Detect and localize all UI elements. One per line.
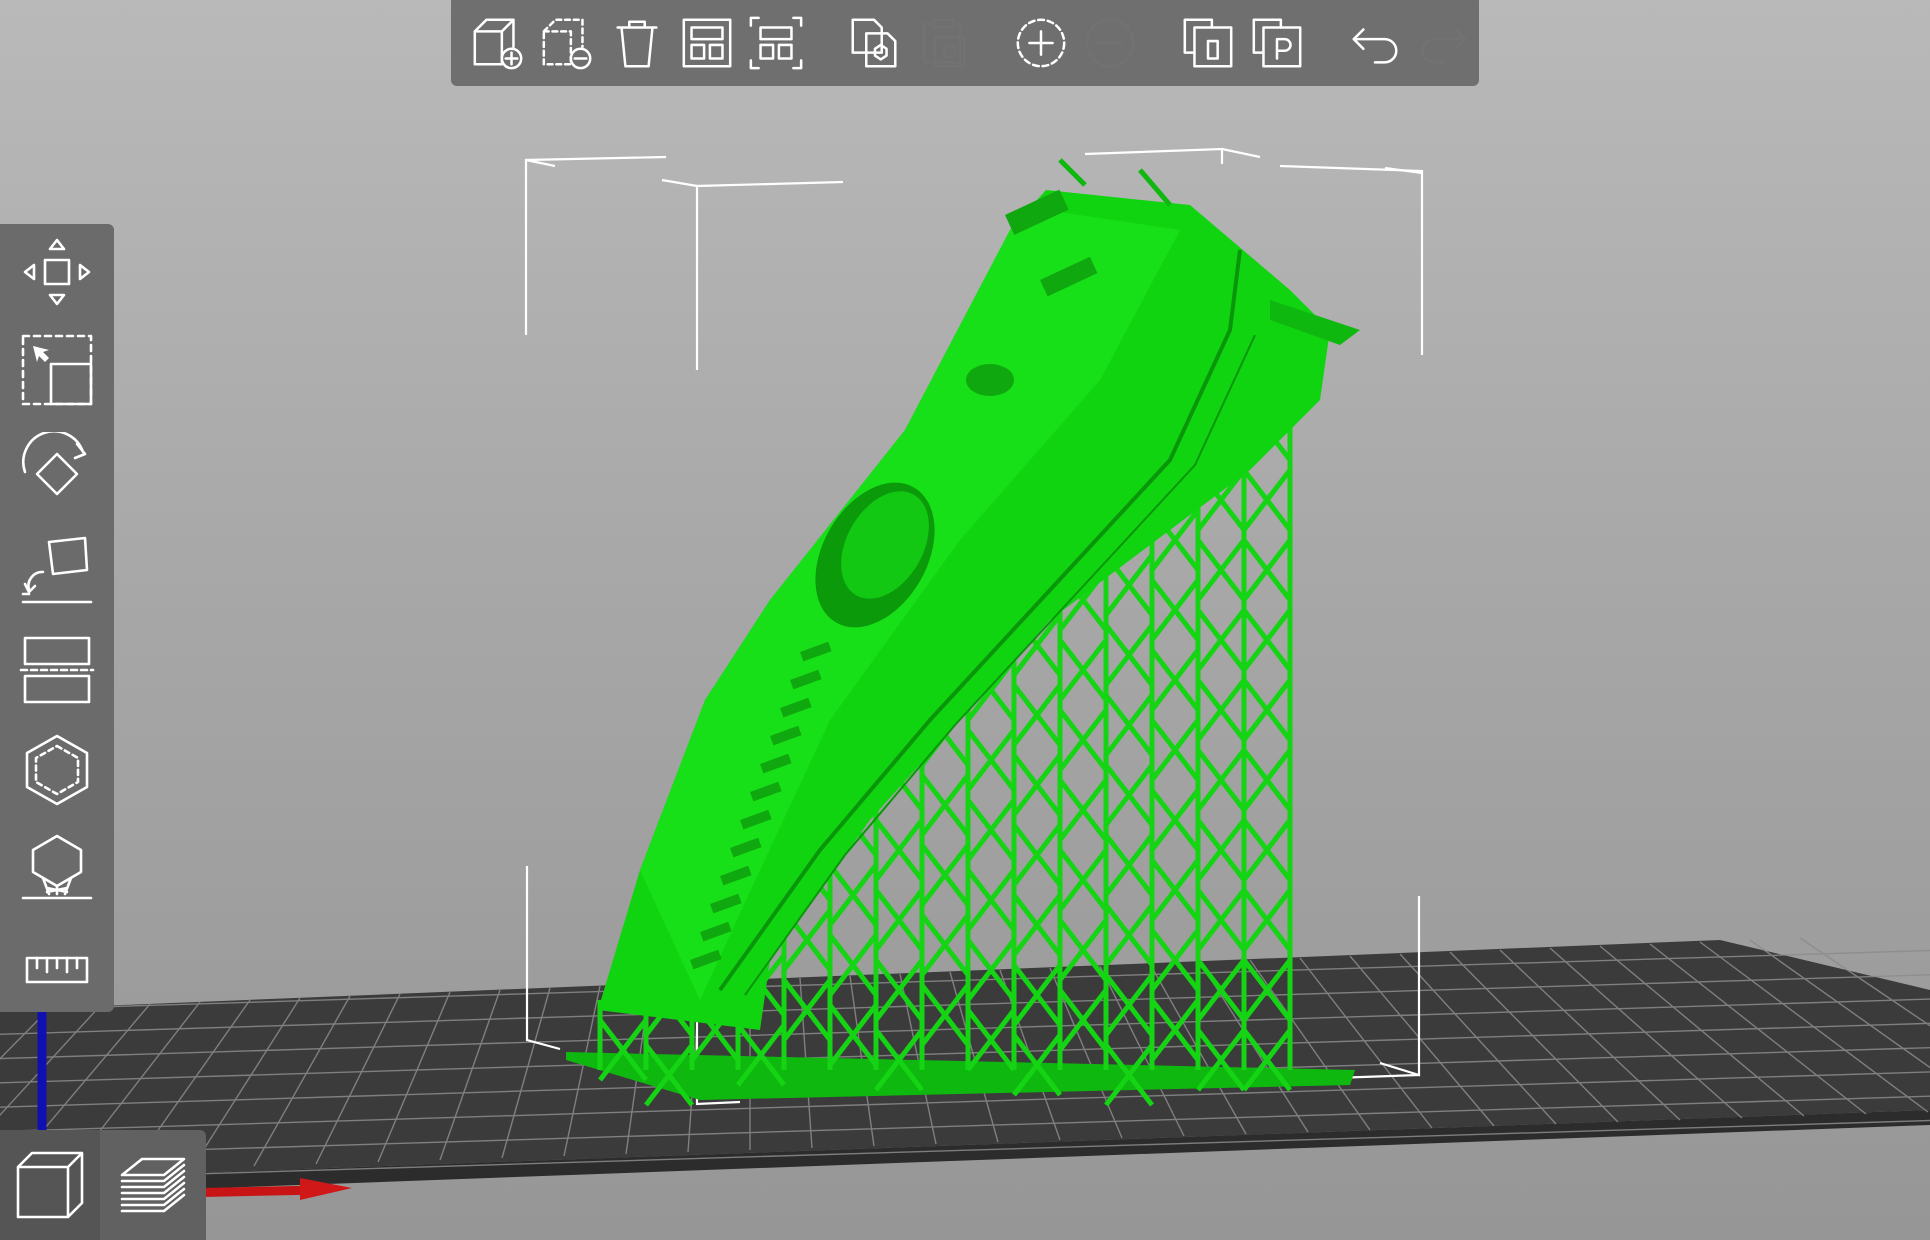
paste-button[interactable] (913, 13, 973, 73)
add-instance-icon (1016, 18, 1066, 68)
arrange-icon (682, 18, 732, 68)
place-on-face-button[interactable] (17, 530, 97, 610)
move-icon (23, 238, 91, 306)
remove-instance-icon (1085, 18, 1135, 68)
measure-icon (25, 956, 89, 984)
sla-supports-button[interactable] (17, 830, 97, 910)
arrange-button[interactable] (677, 13, 737, 73)
add-object-icon (473, 18, 523, 70)
view-switch (0, 1130, 206, 1240)
split-to-objects-button[interactable] (1178, 13, 1238, 73)
delete-all-button[interactable] (607, 13, 667, 73)
redo-icon (1421, 28, 1467, 64)
3d-view-icon (16, 1151, 84, 1219)
undo-icon (1352, 28, 1398, 64)
scale-icon (21, 334, 93, 406)
rotate-button[interactable] (17, 430, 97, 510)
delete-all-icon (616, 20, 658, 68)
hollow-icon (25, 734, 89, 806)
top-toolbar (451, 0, 1479, 86)
split-to-parts-icon (1252, 18, 1302, 68)
cut-button[interactable] (17, 630, 97, 710)
add-instance-button[interactable] (1011, 13, 1071, 73)
delete-object-button[interactable] (538, 13, 598, 73)
paste-icon (922, 18, 966, 68)
split-to-parts-button[interactable] (1247, 13, 1307, 73)
arrange-selection-icon (749, 16, 803, 70)
measure-button[interactable] (17, 930, 97, 1010)
copy-button[interactable] (844, 13, 904, 73)
copy-icon (851, 18, 897, 68)
hollow-button[interactable] (17, 730, 97, 810)
arrange-selection-button[interactable] (746, 13, 806, 73)
delete-object-icon (542, 18, 592, 70)
redo-button[interactable] (1414, 13, 1474, 73)
move-button[interactable] (17, 232, 97, 312)
undo-button[interactable] (1345, 13, 1405, 73)
model-with-supports[interactable] (566, 158, 1360, 1107)
scale-button[interactable] (17, 330, 97, 410)
cut-icon (19, 636, 95, 704)
3d-viewport[interactable] (0, 0, 1930, 1240)
rotate-icon (22, 432, 87, 496)
remove-instance-button[interactable] (1080, 13, 1140, 73)
sla-supports-icon (21, 834, 93, 900)
preview-button[interactable] (102, 1130, 202, 1240)
preview-layers-icon (120, 1157, 186, 1213)
3d-view-button[interactable] (0, 1130, 100, 1240)
place-on-face-icon (21, 536, 93, 604)
left-toolbar (0, 224, 114, 1012)
split-to-objects-icon (1183, 18, 1233, 68)
add-object-button[interactable] (468, 13, 528, 73)
